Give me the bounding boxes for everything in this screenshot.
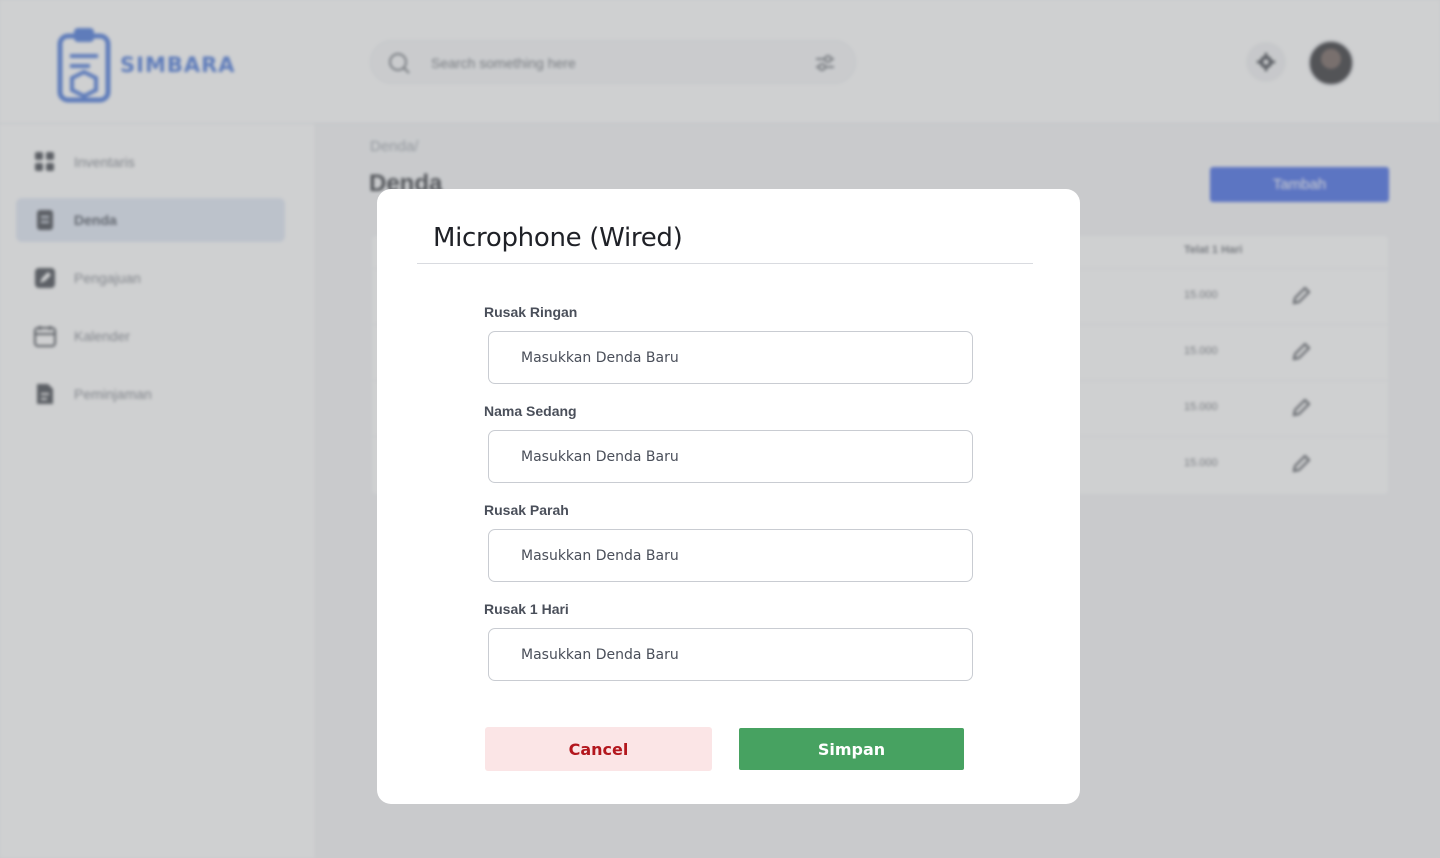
save-button[interactable]: Simpan (739, 728, 964, 770)
field-label-rusak-parah: Rusak Parah (484, 502, 569, 518)
edit-fine-modal: Microphone (Wired) Rusak Ringan Nama Sed… (377, 189, 1080, 804)
field-label-nama-sedang: Nama Sedang (484, 403, 577, 419)
divider (417, 263, 1033, 264)
field-label-rusak-1-hari: Rusak 1 Hari (484, 601, 569, 617)
modal-title: Microphone (Wired) (433, 223, 683, 253)
nama-sedang-input[interactable] (488, 430, 973, 483)
field-label-rusak-ringan: Rusak Ringan (484, 304, 578, 320)
cancel-button[interactable]: Cancel (485, 727, 712, 771)
rusak-1-hari-input[interactable] (488, 628, 973, 681)
rusak-parah-input[interactable] (488, 529, 973, 582)
rusak-ringan-input[interactable] (488, 331, 973, 384)
